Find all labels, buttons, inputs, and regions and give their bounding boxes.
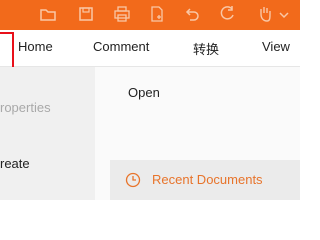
new-document-icon[interactable] bbox=[147, 4, 167, 24]
sidebar-item-properties[interactable]: roperties bbox=[0, 100, 51, 115]
backstage-sidebar: roperties reate bbox=[0, 67, 95, 200]
dropdown-arrow-icon[interactable] bbox=[275, 4, 295, 24]
tab-comment[interactable]: Comment bbox=[93, 39, 149, 54]
open-heading: Open bbox=[128, 85, 160, 100]
tab-home[interactable]: Home bbox=[18, 39, 53, 54]
save-icon[interactable] bbox=[76, 4, 96, 24]
print-icon[interactable] bbox=[112, 4, 132, 24]
folder-icon[interactable] bbox=[38, 4, 58, 24]
backstage-content: Open Recent Documents bbox=[95, 67, 300, 200]
file-tab[interactable] bbox=[0, 32, 14, 72]
recent-documents-label: Recent Documents bbox=[152, 172, 263, 187]
hand-tool-icon[interactable] bbox=[255, 4, 275, 24]
recent-documents-item[interactable]: Recent Documents bbox=[110, 160, 300, 200]
redo-icon[interactable] bbox=[218, 4, 238, 24]
clock-icon bbox=[125, 172, 141, 188]
menu-bar: Home Comment 转换 View bbox=[0, 30, 300, 72]
sidebar-item-create[interactable]: reate bbox=[0, 156, 30, 171]
tab-convert[interactable]: 转换 bbox=[193, 39, 219, 58]
tab-view[interactable]: View bbox=[262, 39, 290, 54]
title-bar bbox=[0, 0, 300, 30]
undo-icon[interactable] bbox=[182, 4, 202, 24]
